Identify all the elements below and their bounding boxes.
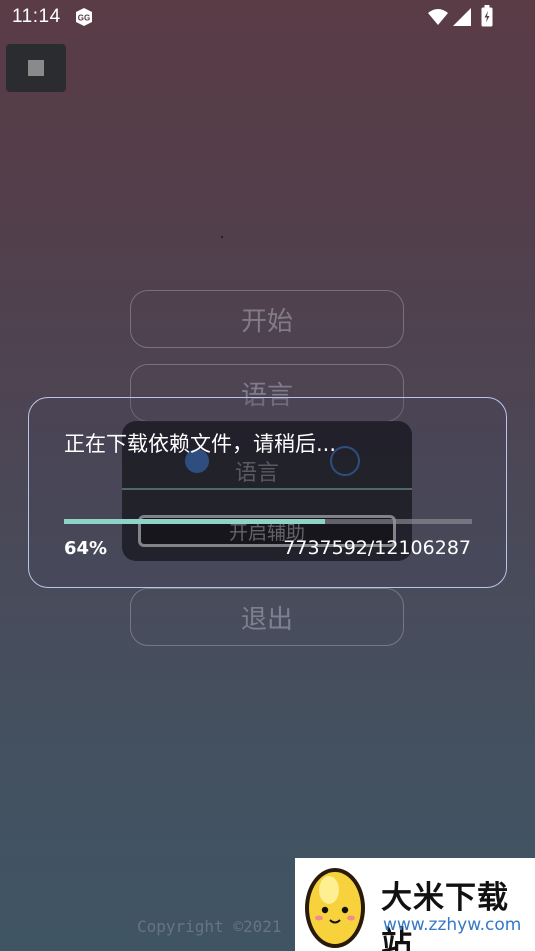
- battery-icon: [481, 5, 493, 27]
- start-button[interactable]: 开始: [130, 290, 404, 348]
- progress-bar: [64, 519, 472, 524]
- svg-text:GG: GG: [78, 14, 90, 23]
- dialog-title: 正在下载依赖文件，请稍后...: [64, 432, 337, 456]
- watermark-title: 大米下载站: [381, 880, 509, 951]
- progress-bar-fill: [64, 519, 326, 524]
- progress-count: 7737592/12106287: [283, 537, 471, 559]
- rice-mascot-icon: [305, 868, 365, 948]
- decorative-dot: [221, 236, 223, 238]
- copyright-text: Copyright ©2021: [137, 917, 282, 936]
- status-time: 11:14: [12, 6, 61, 27]
- watermark-url: www.zzhyw.com: [383, 915, 522, 935]
- progress-percent: 64%: [64, 538, 108, 559]
- watermark: 大米下载站 www.zzhyw.com: [295, 858, 535, 951]
- wifi-icon: [428, 9, 448, 25]
- gg-icon: GG: [76, 8, 92, 26]
- download-dialog: 正在下载依赖文件，请稍后... 64% 7737592/12106287: [28, 397, 507, 588]
- status-bar: 11:14 GG: [0, 0, 535, 36]
- stop-icon: [28, 60, 44, 76]
- signal-icon: [453, 8, 471, 26]
- exit-button[interactable]: 退出: [130, 588, 404, 646]
- floating-stop-button[interactable]: [6, 44, 66, 92]
